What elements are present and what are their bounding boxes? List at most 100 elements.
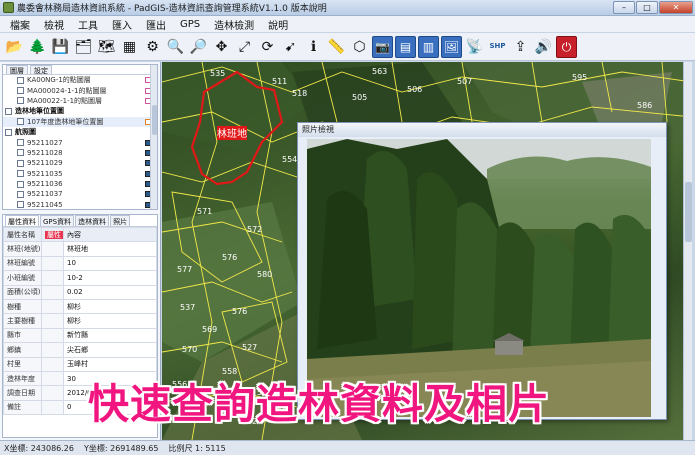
- attribute-key: 造林年度: [3, 370, 42, 387]
- table-icon[interactable]: ▤: [395, 35, 416, 58]
- minimize-button[interactable]: –: [613, 1, 635, 14]
- menu-export[interactable]: 匯出: [146, 17, 166, 32]
- tree-icon[interactable]: 🌲: [27, 36, 48, 58]
- app-icon: [3, 2, 14, 13]
- table-row[interactable]: 主要樹種 柳杉: [3, 313, 157, 329]
- identify-icon[interactable]: ℹ: [303, 36, 324, 58]
- layer-group[interactable]: 航照圖: [3, 127, 157, 137]
- svg-text:511: 511: [272, 77, 287, 86]
- layer-item[interactable]: 107年度造林地筆位置圖: [3, 116, 157, 127]
- layer-checkbox[interactable]: [17, 97, 24, 105]
- layer-checkbox[interactable]: [17, 118, 24, 126]
- table-row[interactable]: 鄉鎮 尖石鄉: [3, 342, 157, 358]
- svg-text:507: 507: [457, 77, 472, 86]
- table-row[interactable]: 樹種 柳杉: [3, 298, 157, 315]
- layer-item[interactable]: 95211035: [3, 169, 157, 179]
- layer-item[interactable]: MA000024-1-1的點圖層: [3, 85, 157, 95]
- zoom-out-icon[interactable]: 🔎: [188, 36, 209, 58]
- layer-group[interactable]: 造林地筆位置圖: [3, 106, 157, 116]
- pan-icon[interactable]: ✥: [211, 36, 232, 58]
- camera-icon[interactable]: 🖼: [441, 35, 462, 58]
- x-coordinate: X坐標: 243086.26: [4, 443, 74, 453]
- map-icon[interactable]: 🗺: [96, 36, 117, 58]
- layer-checkbox[interactable]: [17, 149, 24, 157]
- menu-file[interactable]: 檔案: [10, 17, 30, 32]
- photo-icon[interactable]: 📷: [372, 35, 393, 58]
- scrollbar-thumb[interactable]: [152, 105, 157, 135]
- attribute-value: 林班地: [63, 241, 157, 257]
- layer-item[interactable]: MA00022-1-1的點圖層: [3, 96, 157, 106]
- full-extent-icon[interactable]: ⤢: [234, 36, 255, 58]
- table-row[interactable]: 林班(地號) 林班地: [3, 241, 157, 257]
- attribute-key: 面積(公頃): [3, 284, 42, 300]
- save-icon[interactable]: 💾: [50, 36, 71, 58]
- speaker-icon[interactable]: 🔊: [533, 36, 554, 58]
- power-icon[interactable]: ⏻: [556, 35, 577, 58]
- grid-icon[interactable]: ▦: [119, 36, 140, 58]
- attribute-key: 縣市: [3, 327, 42, 344]
- export-icon[interactable]: ⇪: [510, 36, 531, 58]
- layer-checkbox[interactable]: [17, 170, 24, 178]
- tab-photos[interactable]: 照片: [110, 215, 131, 226]
- tab-layers[interactable]: 圖層: [6, 65, 28, 75]
- layer-checkbox[interactable]: [17, 190, 24, 198]
- layer-tree-tabs: 圖層 設定: [3, 65, 157, 75]
- attribute-key: 主要樹種: [3, 313, 42, 329]
- layer-label: KA00NG-1的點圖層: [27, 76, 91, 85]
- menu-tools[interactable]: 工具: [78, 17, 98, 32]
- close-button[interactable]: ✕: [659, 1, 693, 14]
- table-row[interactable]: 村里 玉峰村: [3, 356, 157, 372]
- menu-view[interactable]: 檢視: [44, 17, 64, 32]
- folder-icon[interactable]: 📂: [4, 36, 25, 58]
- layer-item[interactable]: KA00NG-1的點圖層: [3, 75, 157, 85]
- layer-checkbox[interactable]: [17, 76, 24, 84]
- measure-icon[interactable]: 📏: [326, 36, 347, 58]
- menu-inspection[interactable]: 造林檢測: [214, 17, 254, 32]
- layer-item[interactable]: 95211036: [3, 179, 157, 189]
- svg-text:505: 505: [352, 93, 367, 102]
- layer-item[interactable]: 95211029: [3, 158, 157, 168]
- menu-gps[interactable]: GPS: [180, 19, 200, 30]
- maximize-button[interactable]: □: [636, 1, 658, 14]
- tab-gps-data[interactable]: GPS資料: [40, 215, 75, 226]
- zoom-in-icon[interactable]: 🔍: [165, 36, 186, 58]
- layer-checkbox[interactable]: [17, 139, 24, 147]
- menu-help[interactable]: 說明: [268, 17, 288, 32]
- attribute-marker: [41, 399, 64, 416]
- table-row[interactable]: 縣市 新竹縣: [3, 327, 157, 344]
- polygon-icon[interactable]: ⬡: [349, 36, 370, 58]
- layer-checkbox[interactable]: [17, 159, 24, 167]
- tab-afforestation-data[interactable]: 造林資料: [75, 215, 110, 226]
- layer-item[interactable]: 95211027: [3, 137, 157, 147]
- chart-icon[interactable]: ▥: [418, 35, 439, 58]
- window-title: 農委會林務局造林資訊系統 - PadGIS-造林資訊查詢管理系統V1.1.0 版…: [17, 4, 327, 14]
- gps-icon[interactable]: 📡: [464, 36, 485, 58]
- layer-checkbox[interactable]: [17, 201, 24, 209]
- layer-item[interactable]: 95211037: [3, 189, 157, 199]
- menu-import[interactable]: 匯入: [112, 17, 132, 32]
- layer-item[interactable]: 95211028: [3, 148, 157, 158]
- map-scrollbar-thumb[interactable]: [685, 182, 692, 242]
- attribute-key: 林班(地號): [3, 241, 42, 257]
- layers-icon[interactable]: 🗂: [73, 36, 94, 58]
- layer-item[interactable]: 95211045: [3, 200, 157, 209]
- layer-checkbox[interactable]: [17, 180, 24, 188]
- svg-text:535: 535: [210, 69, 225, 78]
- refresh-icon[interactable]: ⟳: [257, 36, 278, 58]
- layer-checkbox[interactable]: [5, 128, 12, 136]
- layer-label: MA00022-1-1的點圖層: [27, 96, 103, 105]
- pointer-icon[interactable]: ➹: [280, 36, 301, 58]
- tab-settings[interactable]: 設定: [30, 65, 52, 75]
- layer-tree-scrollbar[interactable]: [150, 65, 157, 209]
- layer-checkbox[interactable]: [5, 107, 12, 115]
- table-row[interactable]: 林班編號 10: [3, 255, 157, 272]
- window-controls: – □ ✕: [613, 1, 693, 14]
- table-row[interactable]: 小班編號 10-2: [3, 270, 157, 286]
- layer-checkbox[interactable]: [17, 87, 24, 95]
- layer-label: 造林地筆位置圖: [15, 107, 64, 116]
- shp-icon[interactable]: SHP: [487, 36, 508, 58]
- gear-icon[interactable]: ⚙: [142, 36, 163, 58]
- table-row[interactable]: 面積(公頃) 0.02: [3, 284, 157, 300]
- tab-attributes[interactable]: 屬性資料: [5, 215, 39, 226]
- photo-viewer-window[interactable]: 照片檢視: [297, 122, 667, 420]
